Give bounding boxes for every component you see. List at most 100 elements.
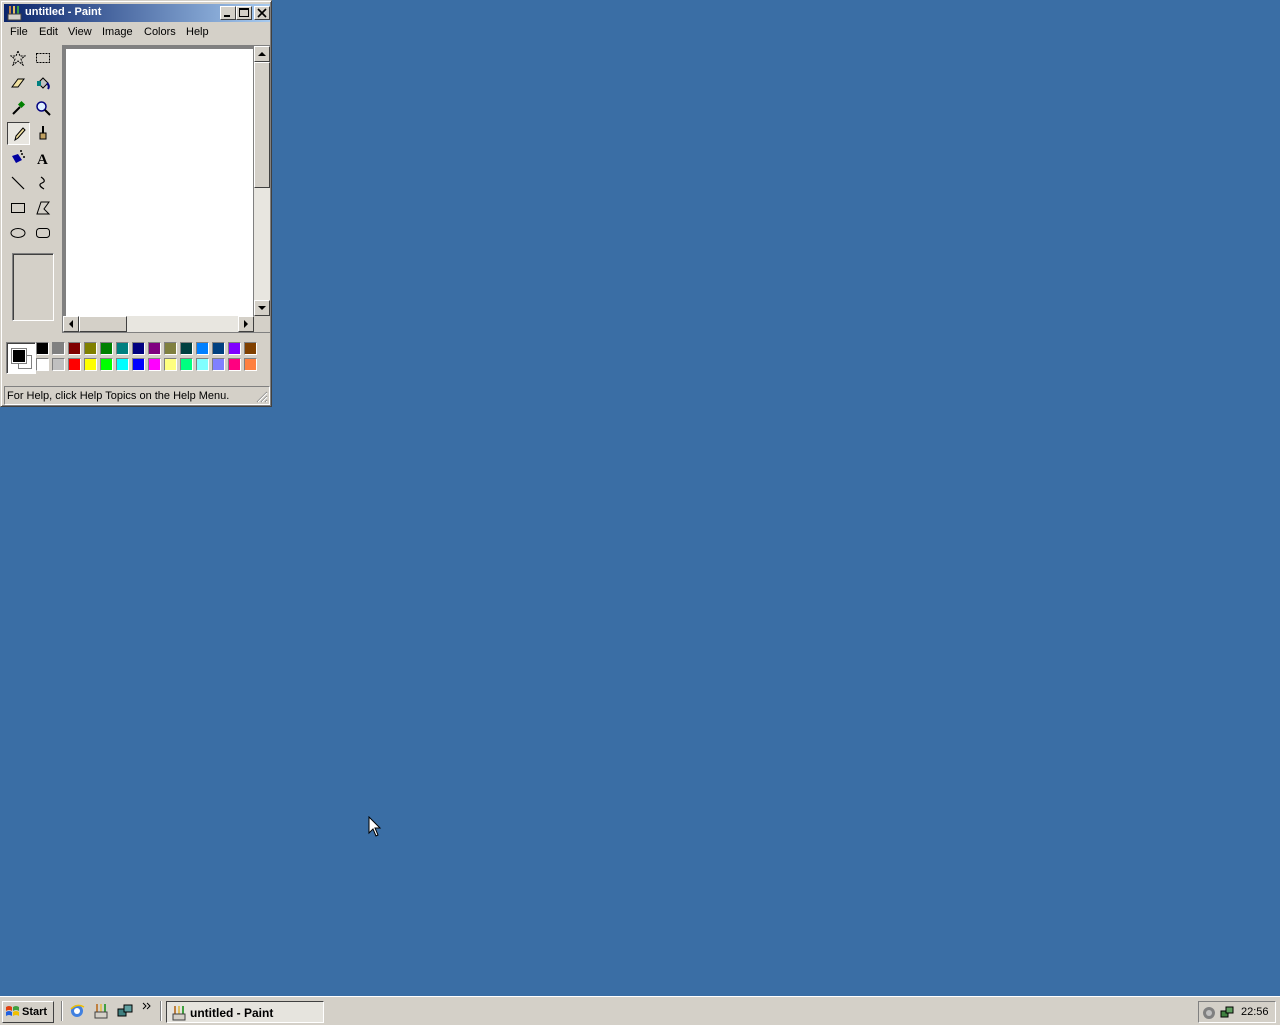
close-button[interactable] bbox=[254, 6, 270, 20]
vertical-scroll-thumb[interactable] bbox=[254, 62, 270, 188]
paint-app-icon[interactable] bbox=[7, 5, 23, 21]
maximize-button[interactable] bbox=[236, 6, 252, 20]
menu-file[interactable]: File bbox=[10, 26, 28, 38]
foreground-color-swatch bbox=[11, 348, 27, 364]
canvas-area bbox=[62, 45, 270, 333]
network-quicklaunch-icon[interactable] bbox=[117, 1003, 133, 1019]
palette-color-swatch[interactable] bbox=[244, 358, 257, 371]
palette-color-swatch[interactable] bbox=[36, 358, 49, 371]
palette-color-swatch[interactable] bbox=[68, 358, 81, 371]
palette-color-swatch[interactable] bbox=[180, 342, 193, 355]
palette-color-swatch[interactable] bbox=[228, 342, 241, 355]
scroll-right-button[interactable] bbox=[238, 316, 254, 332]
menu-help[interactable]: Help bbox=[186, 26, 209, 38]
start-label: Start bbox=[22, 1006, 48, 1018]
palette-color-swatch[interactable] bbox=[116, 342, 129, 355]
palette-color-swatch[interactable] bbox=[180, 358, 193, 371]
tool-free-form-select[interactable] bbox=[7, 47, 30, 70]
line-icon bbox=[11, 176, 25, 190]
palette-color-swatch[interactable] bbox=[68, 342, 81, 355]
tool-magnifier[interactable] bbox=[32, 97, 55, 120]
palette-color-swatch[interactable] bbox=[116, 358, 129, 371]
airbrush-icon bbox=[12, 150, 25, 163]
tool-ellipse[interactable] bbox=[7, 222, 30, 245]
palette-color-swatch[interactable] bbox=[148, 358, 161, 371]
tool-options-box[interactable] bbox=[12, 253, 54, 321]
drawing-canvas[interactable] bbox=[66, 49, 253, 317]
arrow-up-icon bbox=[258, 52, 266, 56]
menu-bar: File Edit View Image Colors Help bbox=[4, 23, 270, 42]
connection-tray-icon[interactable] bbox=[1219, 1005, 1235, 1021]
vertical-scrollbar[interactable] bbox=[254, 46, 270, 316]
palette-color-swatch[interactable] bbox=[244, 342, 257, 355]
clock[interactable]: 22:56 bbox=[1241, 1006, 1269, 1018]
taskbar-button-paint[interactable]: untitled - Paint bbox=[166, 1001, 324, 1023]
rounded-rect-icon bbox=[36, 228, 50, 238]
palette-color-swatch[interactable] bbox=[52, 342, 65, 355]
eyedropper-icon bbox=[12, 100, 26, 115]
mouse-pointer-icon bbox=[368, 816, 382, 837]
eraser-icon bbox=[11, 78, 25, 88]
status-bar: For Help, click Help Topics on the Help … bbox=[4, 386, 270, 405]
palette-color-swatch[interactable] bbox=[100, 358, 113, 371]
window-title: untitled - Paint bbox=[25, 6, 102, 18]
curve-icon bbox=[39, 176, 45, 190]
tool-brush[interactable] bbox=[32, 122, 55, 145]
taskbar-button-label: untitled - Paint bbox=[190, 1006, 274, 1020]
tool-select[interactable] bbox=[32, 47, 55, 70]
palette-color-swatch[interactable] bbox=[212, 342, 225, 355]
palette-color-swatch[interactable] bbox=[84, 358, 97, 371]
tool-fill[interactable] bbox=[32, 72, 55, 95]
rect-select-icon bbox=[36, 53, 50, 63]
paint-quicklaunch-icon[interactable] bbox=[93, 1003, 109, 1019]
internet-explorer-icon[interactable] bbox=[69, 1003, 85, 1019]
scroll-corner bbox=[254, 316, 270, 332]
scroll-up-button[interactable] bbox=[254, 46, 270, 62]
tool-airbrush[interactable] bbox=[7, 147, 30, 170]
palette-color-swatch[interactable] bbox=[212, 358, 225, 371]
menu-colors[interactable]: Colors bbox=[144, 26, 176, 38]
tool-line[interactable] bbox=[7, 172, 30, 195]
tool-polygon[interactable] bbox=[32, 197, 55, 220]
taskbar: Start untitled - Paint 22:56 bbox=[0, 996, 1280, 1025]
tool-pencil[interactable] bbox=[7, 122, 30, 145]
status-text: For Help, click Help Topics on the Help … bbox=[4, 386, 270, 405]
tool-rectangle[interactable] bbox=[7, 197, 30, 220]
magnifier-icon bbox=[36, 101, 51, 116]
network-tray-icon[interactable] bbox=[1201, 1005, 1217, 1021]
brush-icon bbox=[39, 126, 47, 140]
tool-eraser[interactable] bbox=[7, 72, 30, 95]
windows-logo-icon bbox=[6, 1006, 19, 1016]
tool-rounded-rectangle[interactable] bbox=[32, 222, 55, 245]
palette-color-swatch[interactable] bbox=[228, 358, 241, 371]
horizontal-scroll-thumb[interactable] bbox=[79, 316, 127, 332]
tool-text[interactable]: A bbox=[32, 147, 55, 170]
scroll-down-button[interactable] bbox=[254, 300, 270, 316]
arrow-left-icon bbox=[69, 320, 73, 328]
taskbar-separator bbox=[61, 1001, 63, 1021]
palette-color-swatch[interactable] bbox=[36, 342, 49, 355]
minimize-button[interactable] bbox=[220, 6, 236, 20]
palette-color-swatch[interactable] bbox=[196, 358, 209, 371]
palette-color-swatch[interactable] bbox=[84, 342, 97, 355]
title-bar[interactable]: untitled - Paint bbox=[4, 4, 270, 22]
start-button[interactable]: Start bbox=[2, 1001, 54, 1023]
palette-color-swatch[interactable] bbox=[132, 342, 145, 355]
palette-color-swatch[interactable] bbox=[100, 342, 113, 355]
palette-color-swatch[interactable] bbox=[148, 342, 161, 355]
palette-color-swatch[interactable] bbox=[164, 342, 177, 355]
chevron-right-icon[interactable] bbox=[142, 1001, 152, 1011]
horizontal-scrollbar[interactable] bbox=[63, 316, 254, 332]
tool-curve[interactable] bbox=[32, 172, 55, 195]
palette-color-swatch[interactable] bbox=[164, 358, 177, 371]
palette-color-swatch[interactable] bbox=[196, 342, 209, 355]
palette-color-swatch[interactable] bbox=[132, 358, 145, 371]
palette-color-swatch[interactable] bbox=[52, 358, 65, 371]
menu-image[interactable]: Image bbox=[102, 26, 133, 38]
menu-view[interactable]: View bbox=[68, 26, 92, 38]
tool-pick-color[interactable] bbox=[7, 97, 30, 120]
scroll-left-button[interactable] bbox=[63, 316, 79, 332]
menu-edit[interactable]: Edit bbox=[39, 26, 58, 38]
paint-window: untitled - Paint File Edit View Image Co… bbox=[0, 0, 272, 407]
resize-grip-icon[interactable] bbox=[256, 391, 268, 403]
